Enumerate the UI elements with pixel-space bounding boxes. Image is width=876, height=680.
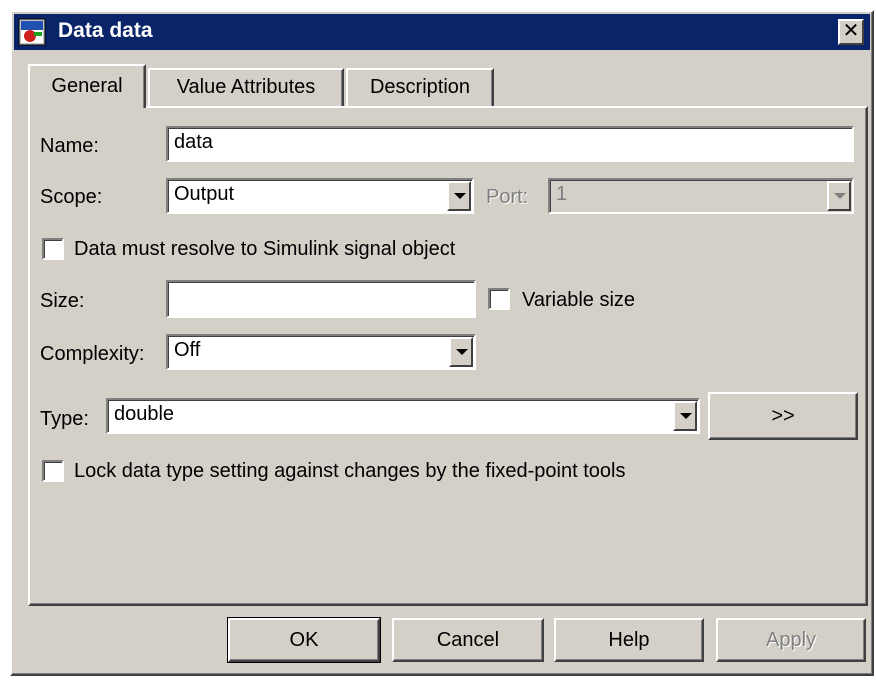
simulink-data-icon	[18, 18, 46, 46]
window-title: Data data	[58, 19, 153, 42]
name-label: Name:	[40, 135, 99, 157]
tab-value-attributes-label: Value Attributes	[176, 76, 316, 98]
chevron-down-icon[interactable]	[447, 181, 471, 211]
scope-label: Scope:	[40, 186, 103, 208]
name-input-value: data	[174, 131, 213, 153]
title-bar[interactable]: Data data ✕	[14, 14, 870, 50]
ok-button[interactable]: OK	[227, 617, 381, 663]
show-data-type-assistant-label: >>	[771, 405, 795, 427]
type-select-value: double	[114, 403, 175, 425]
scope-select-value: Output	[174, 183, 235, 205]
chevron-down-icon[interactable]	[449, 337, 473, 367]
show-data-type-assistant-button[interactable]: >>	[708, 392, 858, 440]
complexity-select-value: Off	[174, 339, 201, 361]
size-input[interactable]	[166, 280, 476, 318]
port-label: Port:	[486, 186, 529, 208]
tab-general[interactable]: General	[28, 64, 146, 108]
tab-general-label: General	[51, 75, 123, 97]
port-select[interactable]: 1	[548, 178, 854, 214]
ok-button-label: OK	[289, 629, 319, 651]
complexity-select[interactable]: Off	[166, 334, 476, 370]
size-label: Size:	[40, 290, 85, 312]
variable-size-checkbox[interactable]	[488, 288, 510, 310]
tab-description[interactable]: Description	[346, 68, 494, 106]
help-button[interactable]: Help	[554, 618, 704, 662]
close-button[interactable]: ✕	[838, 19, 864, 45]
chevron-down-icon[interactable]	[673, 401, 697, 431]
cancel-button-label: Cancel	[436, 629, 500, 651]
lock-type-checkbox[interactable]	[42, 460, 64, 482]
tab-value-attributes[interactable]: Value Attributes	[148, 68, 344, 106]
variable-size-label: Variable size	[522, 289, 636, 311]
type-label: Type:	[40, 408, 89, 430]
general-tab-panel: Name: data Scope: Output Port: 1 Data mu…	[28, 106, 868, 606]
tab-description-label: Description	[369, 76, 471, 98]
scope-select[interactable]: Output	[166, 178, 474, 214]
resolve-signal-checkbox[interactable]	[42, 238, 64, 260]
data-properties-dialog: Data data ✕ General Value Attributes Des…	[10, 10, 874, 676]
name-input[interactable]: data	[166, 126, 854, 162]
close-icon: ✕	[842, 20, 860, 42]
cancel-button[interactable]: Cancel	[392, 618, 544, 662]
port-select-value: 1	[556, 183, 568, 205]
lock-type-label: Lock data type setting against changes b…	[74, 460, 626, 482]
help-button-label: Help	[608, 629, 650, 651]
resolve-signal-label: Data must resolve to Simulink signal obj…	[74, 238, 456, 260]
type-select[interactable]: double	[106, 398, 700, 434]
chevron-down-icon[interactable]	[827, 181, 851, 211]
apply-button[interactable]: Apply	[716, 618, 866, 662]
complexity-label: Complexity:	[40, 343, 145, 365]
apply-button-label: Apply	[765, 629, 817, 651]
